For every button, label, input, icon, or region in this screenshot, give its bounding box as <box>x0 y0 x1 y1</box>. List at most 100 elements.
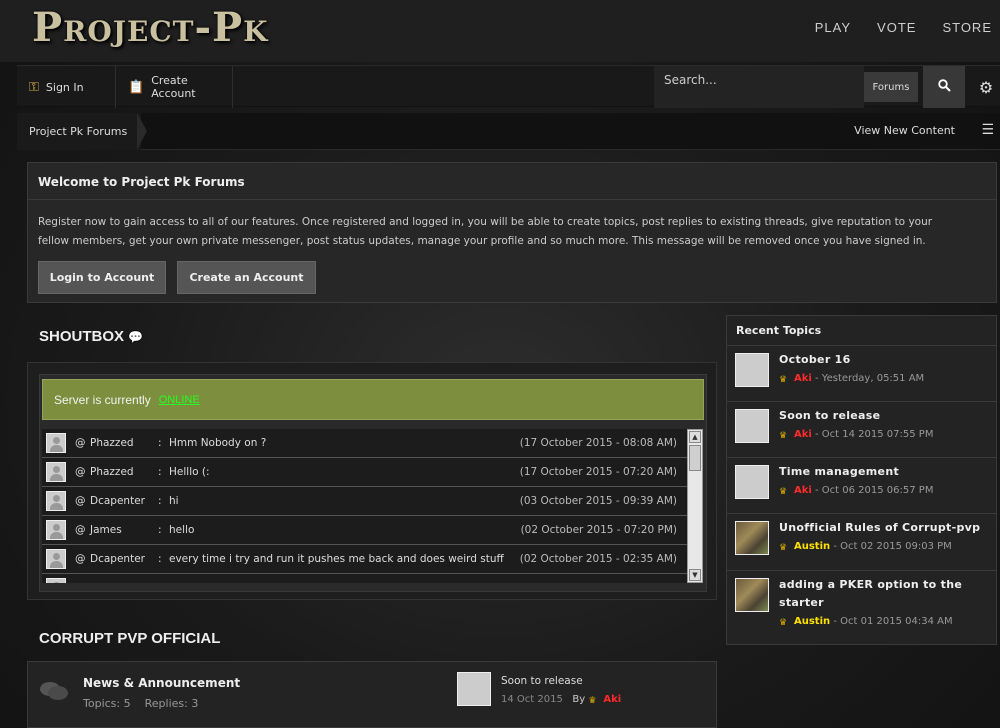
recent-topics-panel: Recent Topics October 16 ♛ Aki - Yesterda… <box>726 315 997 645</box>
mention-button[interactable]: @ <box>75 524 86 536</box>
shoutbox-title-text: SHOUTBOX <box>39 328 125 345</box>
search-input[interactable] <box>664 73 854 87</box>
recent-topic-user[interactable]: Austin <box>794 541 830 552</box>
shoutbox-scrollbar[interactable]: ▲ ▼ <box>687 429 703 583</box>
recent-topic-user[interactable]: Aki <box>794 485 812 496</box>
recent-topic-date: - Oct 02 2015 09:03 PM <box>833 541 952 552</box>
create-account-link[interactable]: 📋 Create Account <box>116 66 233 108</box>
separator: : <box>158 524 162 536</box>
top-nav: PLAY VOTE STORE <box>815 20 992 35</box>
avatar[interactable] <box>46 462 66 482</box>
sign-in-label: Sign In <box>45 80 84 94</box>
recent-topic-title[interactable]: Soon to release <box>779 407 989 425</box>
recent-topic-date: - Yesterday, 05:51 AM <box>815 373 925 384</box>
recent-topic-date: - Oct 14 2015 07:55 PM <box>815 429 934 440</box>
recent-topic-item: adding a PKER option to the starter ♛ Aus… <box>727 571 996 645</box>
nav-store[interactable]: STORE <box>942 20 992 35</box>
recent-topic-meta: ♛ Aki - Oct 14 2015 07:55 PM <box>779 429 933 442</box>
last-post-avatar[interactable] <box>457 672 491 706</box>
shoutbox-title: SHOUTBOX 💬 <box>39 328 143 345</box>
avatar[interactable] <box>46 578 66 583</box>
forum-bubbles-icon <box>39 680 69 707</box>
create-account-label: Create Account <box>151 74 196 100</box>
shout-user[interactable]: Phazzed <box>90 437 134 449</box>
separator: : <box>158 437 162 449</box>
view-new-content-link[interactable]: View New Content <box>854 124 955 137</box>
breadcrumb-home[interactable]: Project Pk Forums <box>17 113 142 150</box>
scroll-thumb[interactable] <box>689 445 701 471</box>
settings-button[interactable]: ⚙ <box>972 66 1000 108</box>
mention-button[interactable]: @ <box>75 553 86 565</box>
avatar[interactable] <box>46 491 66 511</box>
mention-button[interactable]: @ <box>75 495 86 507</box>
avatar[interactable] <box>735 353 769 387</box>
login-button[interactable]: Login to Account <box>38 261 166 294</box>
shout-message: @ Dcapenter : hi (03 October 2015 - 09:3… <box>42 487 687 516</box>
recent-topic-user[interactable]: Aki <box>794 373 812 384</box>
search-box <box>654 66 864 108</box>
avatar[interactable] <box>735 578 769 612</box>
welcome-panel: Welcome to Project Pk Forums Register no… <box>27 162 997 303</box>
shout-user[interactable]: Dcapenter <box>90 495 145 507</box>
crown-icon: ♛ <box>588 696 597 706</box>
nav-play[interactable]: PLAY <box>815 20 851 35</box>
list-icon[interactable]: ☰ <box>981 122 994 138</box>
last-post-title[interactable]: Soon to release <box>501 675 583 687</box>
shout-user[interactable]: Dcapenter <box>90 553 145 565</box>
recent-topics-title: Recent Topics <box>736 324 822 337</box>
crown-icon: ♛ <box>779 375 788 385</box>
search-button[interactable] <box>923 66 965 108</box>
avatar[interactable] <box>46 549 66 569</box>
recent-topic-user[interactable]: Austin <box>794 616 830 627</box>
avatar[interactable] <box>46 433 66 453</box>
forum-name[interactable]: News & Announcement <box>83 676 240 690</box>
server-status-value[interactable]: ONLINE <box>159 394 200 406</box>
forum-stats: Topics: 5 Replies: 3 <box>83 697 198 710</box>
avatar[interactable] <box>735 521 769 555</box>
shoutbox-messages[interactable]: @ Phazzed : Hmm Nobody on ? (17 October … <box>42 429 687 583</box>
scroll-up-arrow[interactable]: ▲ <box>689 431 701 443</box>
last-post-user[interactable]: Aki <box>603 694 621 705</box>
shout-text: Hmm Nobody on ? <box>169 437 267 449</box>
recent-topic-item: October 16 ♛ Aki - Yesterday, 05:51 AM <box>727 346 996 402</box>
crown-icon: ♛ <box>779 543 788 553</box>
mention-button[interactable]: @ <box>75 437 86 449</box>
category-title[interactable]: CORRUPT PVP OFFICIAL <box>39 630 220 647</box>
recent-topic-item: Time management ♛ Aki - Oct 06 2015 06:57… <box>727 458 996 514</box>
search-scope-button[interactable]: Forums <box>864 72 918 102</box>
shout-time: (03 October 2015 - 09:39 AM) <box>519 495 677 507</box>
shout-message: @ Phazzed : Hmm Nobody on ? (17 October … <box>42 429 687 458</box>
key-icon: ⚿ <box>29 79 39 95</box>
recent-topic-title[interactable]: adding a PKER option to the starter <box>779 576 989 612</box>
clipboard-icon: 📋 <box>128 79 145 95</box>
recent-topic-title[interactable]: Unofficial Rules of Corrupt-pvp <box>779 519 989 537</box>
shout-message: @ Dcapenter : every time i try and run i… <box>42 545 687 574</box>
nav-vote[interactable]: VOTE <box>877 20 916 35</box>
scroll-down-arrow[interactable]: ▼ <box>689 569 701 581</box>
topics-label: Topics: <box>83 697 121 710</box>
mention-button[interactable]: @ <box>75 466 86 478</box>
avatar[interactable] <box>735 465 769 499</box>
welcome-title: Welcome to Project Pk Forums <box>38 175 245 189</box>
server-status-text: Server is currently <box>54 392 151 407</box>
shout-time: (02 October 2015 - 02:35 AM) <box>519 553 677 565</box>
last-post-meta: 14 Oct 2015 By ♛ Aki <box>501 694 621 707</box>
recent-topic-title[interactable]: Time management <box>779 463 989 481</box>
recent-topic-meta: ♛ Austin - Oct 01 2015 04:34 AM <box>779 616 953 629</box>
sign-in-link[interactable]: ⚿ Sign In <box>17 66 116 108</box>
shout-user[interactable]: James <box>90 524 122 536</box>
avatar[interactable] <box>46 520 66 540</box>
site-logo[interactable]: Project-Pk <box>32 4 268 51</box>
create-account-button[interactable]: Create an Account <box>177 261 316 294</box>
shout-user[interactable]: Phazzed <box>90 466 134 478</box>
recent-topic-user[interactable]: Aki <box>794 429 812 440</box>
chat-bubble-icon: 💬 <box>128 330 144 344</box>
site-header: Project-Pk PLAY VOTE STORE <box>0 0 1000 62</box>
breadcrumb-arrow <box>137 113 147 150</box>
shout-time: (17 October 2015 - 07:20 AM) <box>519 466 677 478</box>
recent-topic-item: Unofficial Rules of Corrupt-pvp ♛ Austin … <box>727 514 996 571</box>
avatar[interactable] <box>735 409 769 443</box>
shout-text: hi <box>169 495 179 507</box>
shout-time: (17 October 2015 - 08:08 AM) <box>519 437 677 449</box>
recent-topic-title[interactable]: October 16 <box>779 351 989 369</box>
